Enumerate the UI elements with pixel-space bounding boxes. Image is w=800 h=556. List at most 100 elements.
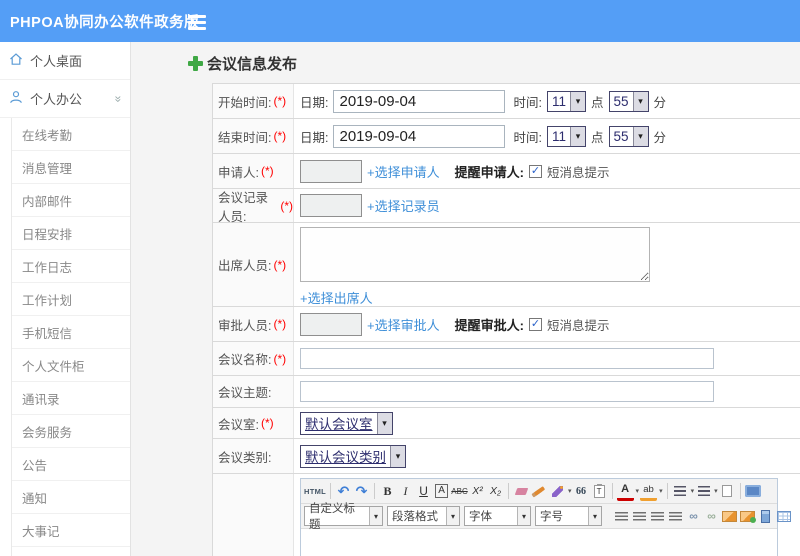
blockquote-button[interactable]: 66 [573,482,590,501]
end-date-input[interactable] [333,124,506,148]
dropdown-arrow-icon[interactable] [691,487,695,495]
bold-button[interactable]: B [379,482,396,501]
required-mark: (*) [260,416,274,430]
home-icon [9,52,23,69]
meeting-subject-input[interactable] [300,381,714,402]
sidebar-item-label: 个人桌面 [30,54,83,69]
sidebar-item-work-plan[interactable]: 工作计划 [12,283,130,316]
sidebar-item-office[interactable]: 个人办公 [0,80,130,118]
superscript-button[interactable]: X² [469,482,486,501]
meeting-form: 开始时间:(*) 日期: 时间: 11 点 55 分 结束时间:(*) 日期: … [212,83,800,556]
italic-button[interactable]: I [397,482,414,501]
dropdown-arrow-icon[interactable] [568,487,572,495]
select-recorder-link[interactable]: +选择记录员 [367,196,440,215]
sidebar-item-announcement[interactable]: 公告 [12,448,130,481]
quick-format-icon[interactable] [549,482,566,501]
form-row-applicant: 申请人:(*) +选择申请人 提醒申请人: 短消息提示 [213,154,800,189]
new-document-icon[interactable] [719,482,736,501]
dropdown-arrow-icon [569,91,585,111]
sidebar-item-desktop[interactable]: 个人桌面 [0,42,130,80]
remove-link-icon[interactable]: ∞ [703,507,720,526]
select-approver-link[interactable]: +选择审批人 [367,315,440,334]
align-center-icon[interactable] [631,507,648,526]
sms-checkbox[interactable] [528,164,542,178]
dropdown-arrow-icon [376,412,392,434]
insert-image-icon[interactable] [721,507,738,526]
end-minute-select[interactable]: 55 [608,125,649,147]
date-label: 日期: [300,95,329,110]
meeting-category-label: 会议类别: [218,450,272,465]
sidebar-item-sms[interactable]: 手机短信 [12,316,130,349]
meeting-category-select[interactable]: 默认会议类别 [300,444,406,468]
editor-content-area[interactable] [301,529,777,556]
start-time-label: 开始时间: [218,95,272,110]
fullscreen-icon[interactable] [745,482,762,501]
meeting-room-select[interactable]: 默认会议室 [300,411,393,435]
approver-input[interactable] [300,312,362,336]
sms-label: 短消息提示 [546,165,610,180]
align-left-icon[interactable] [613,507,630,526]
sidebar-item-schedule[interactable]: 日程安排 [12,217,130,250]
sidebar-item-work-log[interactable]: 工作日志 [12,250,130,283]
sidebar-item-meeting-service[interactable]: 会务服务 [12,415,130,448]
unordered-list-icon[interactable] [695,482,712,501]
dropdown-arrow-icon[interactable] [636,487,640,495]
html-source-button[interactable]: HTML [304,482,326,501]
sidebar-item-internal-mail[interactable]: 内部邮件 [12,184,130,217]
form-row-meeting-room: 会议室: (*) 默认会议室 [213,408,800,439]
ordered-list-icon[interactable] [672,482,689,501]
main-content: 会议信息发布 开始时间:(*) 日期: 时间: 11 点 55 分 结束时间:(… [131,42,800,556]
strikethrough-button[interactable]: ABC [451,482,468,501]
dropdown-arrow-icon [446,507,459,525]
applicant-input[interactable] [300,159,362,183]
sms-checkbox[interactable] [528,317,542,331]
required-mark: (*) [273,129,287,143]
align-right-icon[interactable] [649,507,666,526]
font-family-select[interactable]: 字体 [464,506,531,526]
highlight-color-button[interactable]: ab [640,482,658,501]
rich-text-editor: HTML ↶ ↷ B I U A ABC X² X₂ ▾ 66 T A ▾ ab… [300,478,791,556]
font-size-select[interactable]: 字号 [535,506,602,526]
required-mark: (*) [273,351,287,366]
upload-image-icon[interactable] [739,507,756,526]
hour-unit: 点 [590,130,604,145]
start-hour-select[interactable]: 11 [546,90,586,112]
font-style-button[interactable]: A [435,484,448,498]
recorder-input[interactable] [300,194,362,217]
insert-link-icon[interactable]: ∞ [685,507,702,526]
eraser-icon[interactable] [513,482,530,501]
sidebar: 个人桌面 个人办公 在线考勤 消息管理 内部邮件 日程安排 工作日志 工作计划 … [0,42,131,556]
paragraph-format-select[interactable]: 段落格式 [387,506,460,526]
select-attendees-link[interactable]: +选择出席人 [300,291,373,306]
paste-icon[interactable]: T [591,482,608,501]
attendees-textarea[interactable] [300,227,650,282]
underline-button[interactable]: U [415,482,432,501]
align-justify-icon[interactable] [667,507,684,526]
start-minute-select[interactable]: 55 [608,90,649,112]
heading-select[interactable]: 自定义标题 [304,503,383,531]
end-hour-select[interactable]: 11 [546,125,586,147]
sidebar-item-events[interactable]: 大事记 [12,514,130,547]
sidebar-item-contacts[interactable]: 通讯录 [12,382,130,415]
sidebar-item-notice[interactable]: 通知 [12,481,130,514]
sidebar-item-news[interactable]: 新闻 [12,547,130,556]
menu-icon[interactable] [188,15,206,18]
subscript-button[interactable]: X₂ [487,482,504,501]
dropdown-arrow-icon[interactable] [659,487,663,495]
start-date-input[interactable] [333,89,506,113]
form-row-meeting-name: 会议名称: (*) [213,342,800,376]
meeting-name-input[interactable] [300,348,714,369]
insert-table-icon[interactable] [775,507,792,526]
insert-media-icon[interactable] [757,507,774,526]
format-brush-icon[interactable] [531,482,548,501]
sidebar-item-attendance[interactable]: 在线考勤 [12,118,130,151]
undo-icon[interactable]: ↶ [335,482,352,501]
time-label: 时间: [513,130,542,145]
redo-icon[interactable]: ↷ [353,482,370,501]
sidebar-item-file-cabinet[interactable]: 个人文件柜 [12,349,130,382]
sidebar-item-messages[interactable]: 消息管理 [12,151,130,184]
font-color-button[interactable]: A [616,482,634,501]
applicant-label: 申请人: [218,165,259,180]
select-applicant-link[interactable]: +选择申请人 [367,162,440,181]
dropdown-arrow-icon[interactable] [714,487,718,495]
